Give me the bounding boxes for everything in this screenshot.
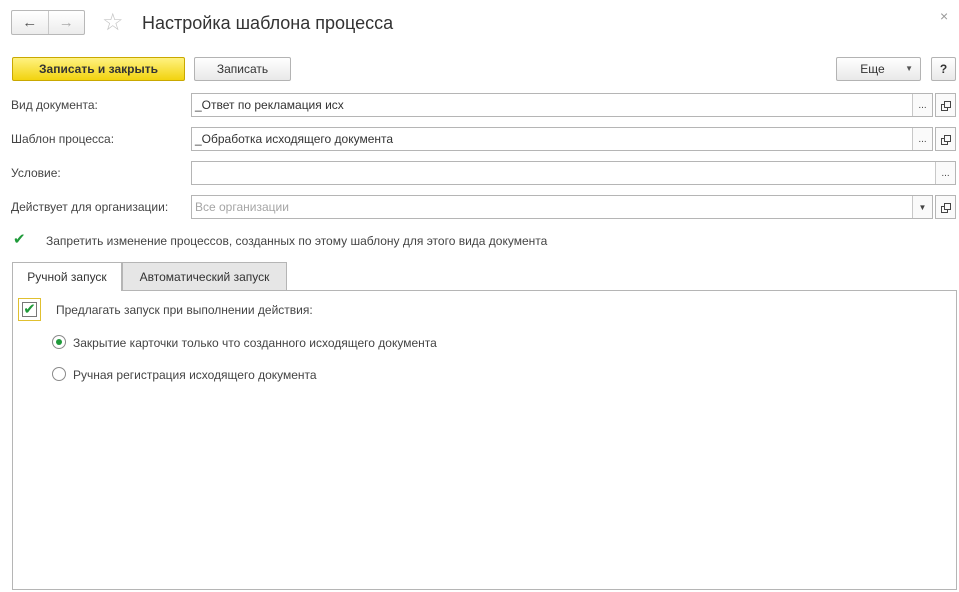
- template-open-button[interactable]: [935, 127, 956, 151]
- back-button[interactable]: ←: [12, 11, 48, 34]
- favorite-star-icon[interactable]: ☆: [102, 9, 124, 37]
- doc-type-value[interactable]: _Ответ по рекламация исх: [192, 98, 912, 112]
- save-and-close-button[interactable]: Записать и закрыть: [12, 57, 185, 81]
- template-field[interactable]: _Обработка исходящего документа ...: [191, 127, 933, 151]
- open-window-icon: [941, 100, 951, 111]
- open-window-icon: [941, 202, 951, 213]
- offer-start-checkbox[interactable]: ✔: [18, 298, 41, 321]
- navigation-group: ← →: [11, 10, 85, 35]
- condition-field[interactable]: ...: [191, 161, 956, 185]
- organization-label: Действует для организации:: [11, 200, 169, 214]
- organization-placeholder[interactable]: Все организации: [192, 200, 912, 214]
- page-title: Настройка шаблона процесса: [142, 13, 394, 33]
- back-arrow-icon: ←: [22, 14, 38, 31]
- template-value[interactable]: _Обработка исходящего документа: [192, 132, 912, 146]
- offer-start-label: Предлагать запуск при выполнении действи…: [56, 303, 313, 317]
- forward-arrow-icon: →: [58, 14, 74, 31]
- template-label: Шаблон процесса:: [11, 132, 115, 146]
- tab-auto-start[interactable]: Автоматический запуск: [122, 262, 287, 290]
- checkmark-icon: ✔: [23, 300, 36, 318]
- help-button[interactable]: ?: [931, 57, 956, 81]
- more-label: Еще: [860, 62, 885, 76]
- save-button[interactable]: Записать: [194, 57, 291, 81]
- doc-type-choose-button[interactable]: ...: [912, 94, 932, 116]
- condition-label: Условие:: [11, 166, 61, 180]
- radio-close-card-label: Закрытие карточки только что созданного …: [73, 336, 437, 350]
- forward-button[interactable]: →: [47, 11, 85, 34]
- radio-manual-registration-label: Ручная регистрация исходящего документа: [73, 368, 317, 382]
- doc-type-field[interactable]: _Ответ по рекламация исх ...: [191, 93, 933, 117]
- radio-close-card[interactable]: [52, 335, 66, 349]
- radio-selected-dot: [56, 339, 62, 345]
- chevron-down-icon: ▼: [905, 64, 913, 73]
- template-choose-button[interactable]: ...: [912, 128, 932, 150]
- forbid-change-label: Запретить изменение процессов, созданных…: [46, 234, 548, 248]
- tab-panel: [12, 290, 957, 590]
- open-window-icon: [941, 134, 951, 145]
- forbid-change-checkbox[interactable]: ✔: [13, 232, 26, 247]
- more-button[interactable]: Еще ▼: [836, 57, 921, 81]
- doc-type-open-button[interactable]: [935, 93, 956, 117]
- organization-open-button[interactable]: [935, 195, 956, 219]
- organization-dropdown-icon[interactable]: ▼: [912, 196, 932, 218]
- doc-type-label: Вид документа:: [11, 98, 98, 112]
- condition-choose-button[interactable]: ...: [935, 162, 955, 184]
- organization-field[interactable]: Все организации ▼: [191, 195, 933, 219]
- radio-manual-registration[interactable]: [52, 367, 66, 381]
- close-icon[interactable]: ×: [940, 8, 948, 24]
- tab-manual-start[interactable]: Ручной запуск: [12, 262, 122, 291]
